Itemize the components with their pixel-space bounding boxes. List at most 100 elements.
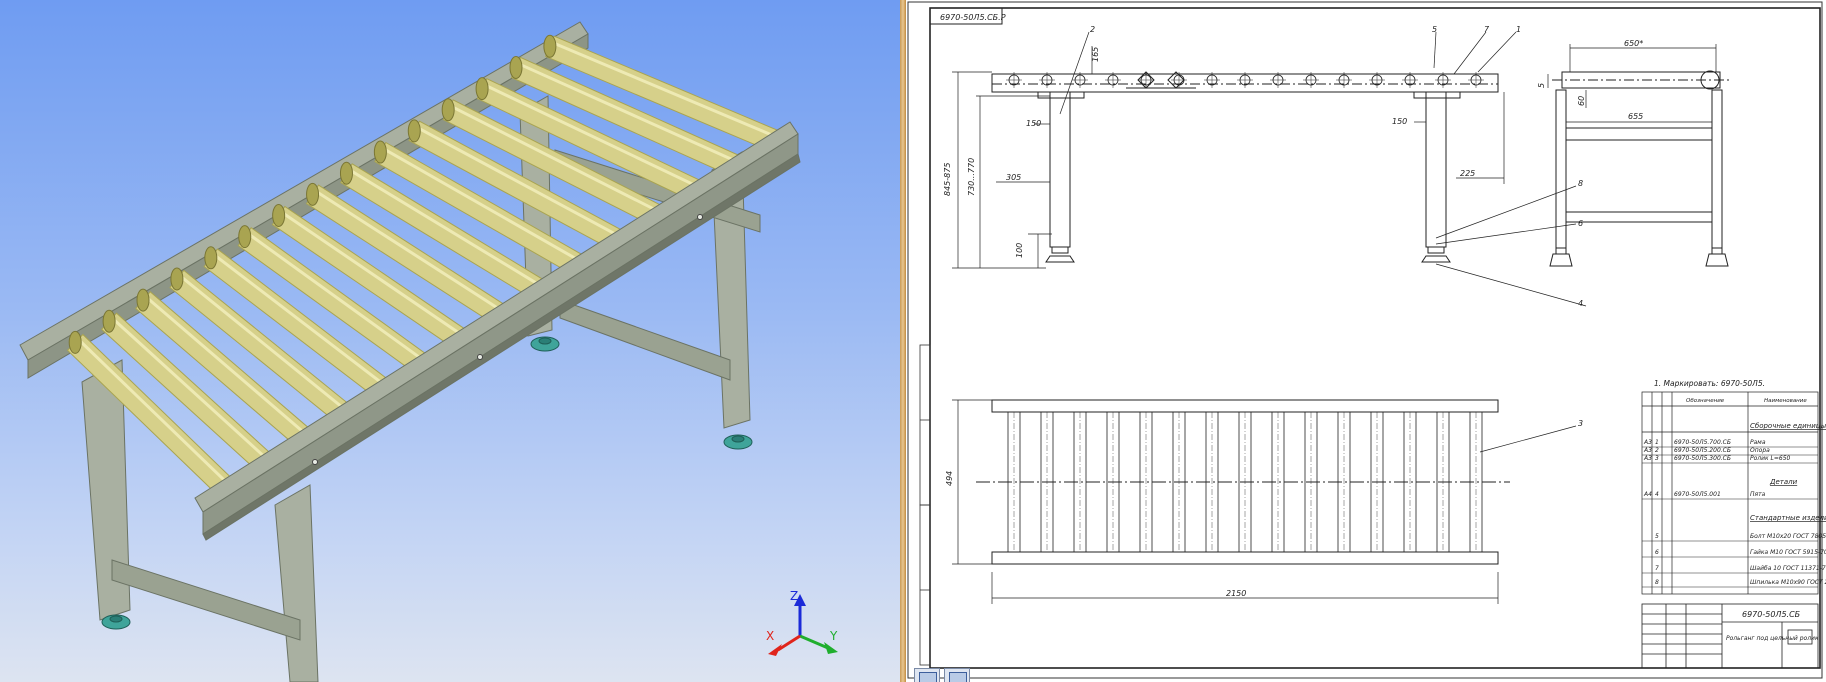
dim-845: 845-875: [943, 163, 952, 196]
dim-165: 165: [1091, 47, 1100, 62]
dim-60: 60: [1577, 96, 1586, 106]
spec-rows: А3 1 6970-50Л5.700.СБ РамаА3 2 6970-50Л5.200.…: [1642, 439, 1826, 588]
x-axis-label: X: [766, 629, 774, 643]
roller-end-cap: [136, 288, 150, 312]
dim-650: 650*: [1624, 39, 1643, 48]
dim-225: 225: [1460, 169, 1475, 178]
y-axis-line: [799, 634, 829, 650]
spec-cell: А3: [1643, 447, 1652, 454]
3d-model-canvas[interactable]: Z Y X: [0, 0, 900, 682]
sheet-outer-border: [907, 1, 1823, 679]
dim-2150: 2150: [1226, 589, 1246, 598]
roller-end-cap: [204, 246, 218, 270]
spec-cell: 6970-50Л5.300.СБ: [1674, 455, 1731, 462]
crossbar-lower-left: [111, 559, 301, 641]
title-block-code: 6970-50Л5.СБ: [1742, 610, 1801, 619]
leveling-foot-nut: [538, 337, 552, 345]
roller-end-cap: [102, 309, 116, 333]
sheet-tab-1[interactable]: [914, 668, 940, 682]
spec-cell: 6970-50Л5.001: [1674, 491, 1721, 498]
spec-section-assembly: Сборочные единицы: [1750, 422, 1826, 430]
axis-triad: Z Y X: [766, 589, 838, 656]
leader-7: 7: [1484, 25, 1490, 34]
spec-cell: Шайба 10 ГОСТ 11371-78: [1750, 565, 1826, 572]
spec-header-designation: Обозначение: [1686, 398, 1725, 404]
spec-cell: 6970-50Л5.700.СБ: [1674, 439, 1731, 446]
spec-cell: 6970-50Л5.200.СБ: [1674, 447, 1731, 454]
dim-100: 100: [1015, 243, 1024, 258]
spec-section-details: Детали: [1769, 478, 1798, 486]
top-view-rollers: [1007, 411, 1483, 553]
rail-bolt-hole: [477, 354, 483, 360]
leveling-foot-nut: [109, 615, 123, 623]
position-leaders: [1059, 31, 1587, 453]
roller-end-cap: [407, 119, 421, 143]
roller-end-cap: [373, 140, 387, 164]
spec-cell: А3: [1643, 455, 1652, 462]
leader-5: 5: [1432, 25, 1437, 34]
spec-section-standard: Стандартные изделия: [1750, 514, 1826, 522]
dim-305: 305: [1006, 173, 1021, 182]
binding-strip: [919, 344, 931, 666]
roller-end-cap: [272, 204, 286, 227]
spec-cell: 6: [1655, 549, 1659, 556]
roller-end-cap: [170, 267, 184, 291]
spec-cell: Гайка М10 ГОСТ 5915-70: [1750, 549, 1826, 556]
side-view: [1547, 44, 1732, 267]
sheet-tab-2[interactable]: [944, 668, 970, 682]
dim-150a: 150: [1026, 119, 1041, 128]
spec-cell: 4: [1655, 491, 1659, 498]
spec-header-name: Наименование: [1764, 398, 1807, 404]
spec-cell: А4: [1643, 491, 1652, 498]
roller-end-cap: [68, 330, 82, 354]
z-axis-label: Z: [790, 589, 798, 603]
dim-655: 655: [1628, 112, 1643, 121]
leader-6: 6: [1578, 219, 1583, 228]
spec-cell: 3: [1655, 455, 1659, 462]
roller-end-cap: [238, 225, 252, 249]
roller-end-cap: [306, 182, 320, 206]
spec-cell: Болт М10х20 ГОСТ 7805-70: [1750, 533, 1826, 540]
spec-cell: Шпилька М10х90 ГОСТ 22034-76: [1750, 579, 1826, 586]
spec-cell: Пята: [1750, 491, 1766, 498]
rail-bolt-hole: [697, 214, 703, 220]
front-view-dimensions: [952, 46, 1505, 269]
spec-cell: А3: [1643, 439, 1652, 446]
crossbar-lower-right: [559, 299, 731, 381]
rail-bolt-hole: [312, 459, 318, 465]
roller-end-cap: [441, 98, 455, 122]
roller-end-cap: [509, 55, 523, 79]
leveling-foot-nut: [731, 435, 745, 443]
spec-cell: Опора: [1750, 447, 1770, 454]
spec-cell: Ролик L=650: [1750, 455, 1791, 462]
3d-viewport[interactable]: Z Y X: [0, 0, 900, 682]
dim-730: 730...770: [967, 158, 976, 196]
drawing-sheet[interactable]: 6970-50Л5.СБ.Р 845-875 730...770 305 100…: [906, 0, 1826, 682]
technical-note: 1. Маркировать: 6970-50Л5.: [1654, 379, 1765, 388]
roller-end-cap: [475, 77, 489, 101]
spec-cell: 8: [1655, 579, 1659, 586]
spec-cell: 7: [1655, 565, 1659, 572]
leader-4: 4: [1578, 299, 1583, 308]
spec-cell: 2: [1655, 447, 1659, 454]
leader-3: 3: [1578, 419, 1583, 428]
leader-8: 8: [1578, 179, 1583, 188]
leader-1: 1: [1516, 25, 1521, 34]
title-block-name: Рольганг под цельный ролик: [1726, 635, 1819, 642]
dim-5: 5: [1537, 83, 1546, 88]
y-axis-label: Y: [829, 629, 838, 643]
spec-cell: 5: [1655, 533, 1659, 540]
roller-end-cap: [543, 34, 557, 58]
top-view: [952, 399, 1510, 604]
top-stamp-text: 6970-50Л5.СБ.Р: [940, 13, 1006, 22]
dim-150b: 150: [1392, 117, 1407, 126]
sheet-frame: [929, 7, 1821, 669]
front-view: [991, 71, 1499, 263]
spec-cell: 1: [1655, 439, 1659, 446]
roller-end-cap: [339, 161, 353, 185]
drawing-sheet-area[interactable]: 6970-50Л5.СБ.Р 845-875 730...770 305 100…: [906, 0, 1826, 682]
leg-front-left-front: [274, 484, 319, 682]
leader-2: 2: [1090, 25, 1095, 34]
y-axis-arrow-icon: [824, 642, 838, 654]
spec-cell: Рама: [1750, 439, 1766, 446]
